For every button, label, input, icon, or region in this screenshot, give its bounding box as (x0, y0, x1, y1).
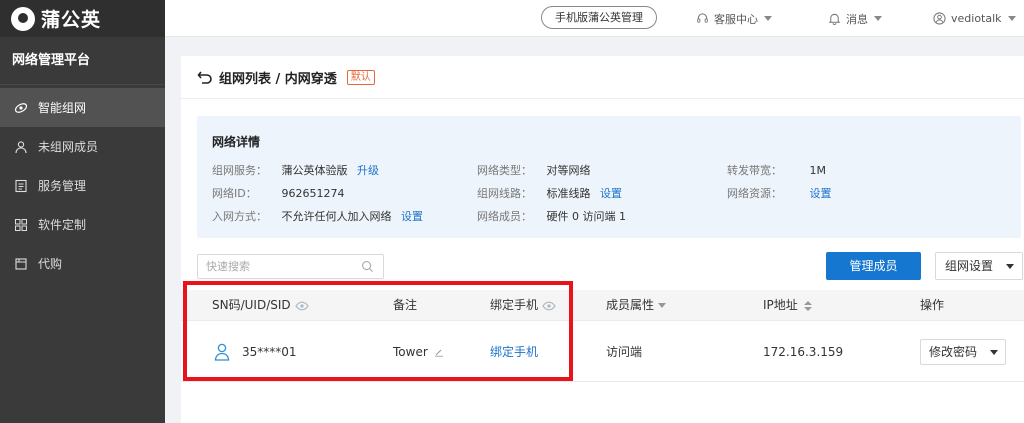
default-badge: 默认 (346, 69, 375, 85)
service-label: 组网服务： (212, 164, 267, 177)
resource-label: 网络资源： (727, 187, 782, 200)
top-bar: 手机版蒲公英管理 客服中心 消息 vediotalk (165, 0, 1024, 37)
sort-icon (803, 300, 812, 311)
sidebar-item-label: 未组网成员 (38, 140, 99, 154)
join-label: 入网方式： (212, 210, 267, 223)
members-row: 网络成员： 硬件 0 访问端 1 (477, 208, 626, 224)
user-menu[interactable]: vediotalk (933, 0, 1016, 37)
search-box (197, 254, 384, 279)
brand-name: 蒲公英 (41, 9, 102, 31)
sidebar-item-label: 服务管理 (38, 179, 87, 193)
change-password-dropdown[interactable]: 修改密码 (920, 339, 1006, 365)
line-value: 标准线路 (546, 187, 591, 200)
join-settings-link[interactable]: 设置 (401, 210, 423, 223)
filter-down-icon (658, 303, 667, 308)
user-icon (14, 140, 28, 154)
join-row: 入网方式： 不允许任何人加入网络 设置 (212, 208, 423, 224)
column-actions-label: 操作 (920, 298, 945, 312)
sidebar-item-label: 智能组网 (38, 101, 87, 115)
platform-title: 网络管理平台 (0, 37, 165, 85)
logo-icon (11, 6, 35, 31)
line-row: 组网线路： 标准线路 设置 (477, 185, 622, 201)
sidebar: 蒲公英 网络管理平台 智能组网 未组网成员 服务管理 软件定制 代购 (0, 0, 165, 423)
sidebar-item-software-custom[interactable]: 软件定制 (0, 205, 165, 244)
network-id-label: 网络ID： (212, 187, 257, 200)
bell-icon (828, 12, 841, 25)
sidebar-item-service-management[interactable]: 服务管理 (0, 166, 165, 205)
member-attribute: 访问端 (606, 345, 643, 359)
headset-icon (696, 12, 709, 25)
upgrade-link[interactable]: 升级 (357, 164, 379, 177)
type-row: 网络类型： 对等网络 (477, 162, 591, 178)
resource-row: 网络资源： 设置 (727, 185, 832, 201)
grid-icon (14, 218, 28, 232)
network-settings-label: 组网设置 (945, 259, 994, 273)
sidebar-item-unjoined-members[interactable]: 未组网成员 (0, 127, 165, 166)
details-title: 网络详情 (212, 135, 261, 149)
column-actions: 操作 (920, 290, 944, 321)
chevron-down-icon (990, 350, 998, 355)
page-header: 组网列表 / 内网穿透 默认 (181, 56, 1024, 99)
support-menu[interactable]: 客服中心 (696, 0, 772, 37)
document-icon (14, 179, 28, 193)
order-icon (14, 257, 28, 271)
bandwidth-row: 转发带宽： 1M (727, 162, 826, 178)
column-attribute-label: 成员属性 (606, 298, 655, 312)
network-id-row: 网络ID： 962651274 (212, 185, 345, 201)
sidebar-item-label: 软件定制 (38, 218, 87, 232)
brand-logo[interactable]: 蒲公英 (0, 0, 165, 37)
highlight-box (183, 281, 573, 381)
type-value: 对等网络 (546, 164, 591, 177)
page-title: 组网列表 / 内网穿透 (219, 71, 337, 87)
network-id-value: 962651274 (281, 187, 345, 200)
line-label: 组网线路： (477, 187, 532, 200)
search-input[interactable] (198, 255, 348, 278)
cell-attribute: 访问端 (606, 321, 642, 382)
sidebar-item-purchase[interactable]: 代购 (0, 244, 165, 283)
member-ip: 172.16.3.159 (763, 344, 844, 359)
sidebar-item-smart-network[interactable]: 智能组网 (0, 88, 165, 127)
sidebar-menu: 智能组网 未组网成员 服务管理 软件定制 代购 (0, 88, 165, 283)
messages-label: 消息 (846, 12, 868, 26)
type-label: 网络类型： (477, 164, 532, 177)
sidebar-item-label: 代购 (38, 257, 63, 271)
back-arrow-icon[interactable] (197, 70, 213, 84)
join-value: 不允许任何人加入网络 (281, 210, 392, 223)
network-details-panel: 网络详情 组网服务： 蒲公英体验版 升级 网络ID： 962651274 入网方… (197, 116, 1021, 238)
bandwidth-label: 转发带宽： (727, 164, 782, 177)
search-icon[interactable] (361, 260, 374, 276)
members-value: 硬件 0 访问端 1 (546, 210, 627, 223)
change-password-label: 修改密码 (929, 345, 978, 359)
support-label: 客服中心 (714, 12, 758, 26)
column-ip-label: IP地址 (763, 298, 798, 312)
username: vediotalk (951, 12, 1002, 25)
chevron-down-icon (1007, 16, 1016, 21)
chevron-down-icon (764, 16, 772, 21)
chevron-down-icon (874, 16, 882, 21)
cell-ip: 172.16.3.159 (763, 321, 843, 382)
chevron-down-icon (1006, 264, 1014, 269)
messages-menu[interactable]: 消息 (828, 0, 882, 37)
manage-members-button[interactable]: 管理成员 (826, 252, 921, 280)
network-icon (14, 101, 28, 115)
service-row: 组网服务： 蒲公英体验版 升级 (212, 162, 379, 178)
resource-settings-link[interactable]: 设置 (810, 187, 832, 200)
avatar-icon (933, 12, 946, 25)
service-value: 蒲公英体验版 (281, 164, 348, 177)
mobile-management-button[interactable]: 手机版蒲公英管理 (541, 6, 657, 29)
network-settings-dropdown[interactable]: 组网设置 (935, 252, 1023, 280)
members-label: 网络成员： (477, 210, 532, 223)
column-ip[interactable]: IP地址 (763, 290, 812, 321)
column-attribute[interactable]: 成员属性 (606, 290, 667, 321)
bandwidth-value: 1M (809, 164, 827, 177)
line-settings-link[interactable]: 设置 (600, 187, 622, 200)
